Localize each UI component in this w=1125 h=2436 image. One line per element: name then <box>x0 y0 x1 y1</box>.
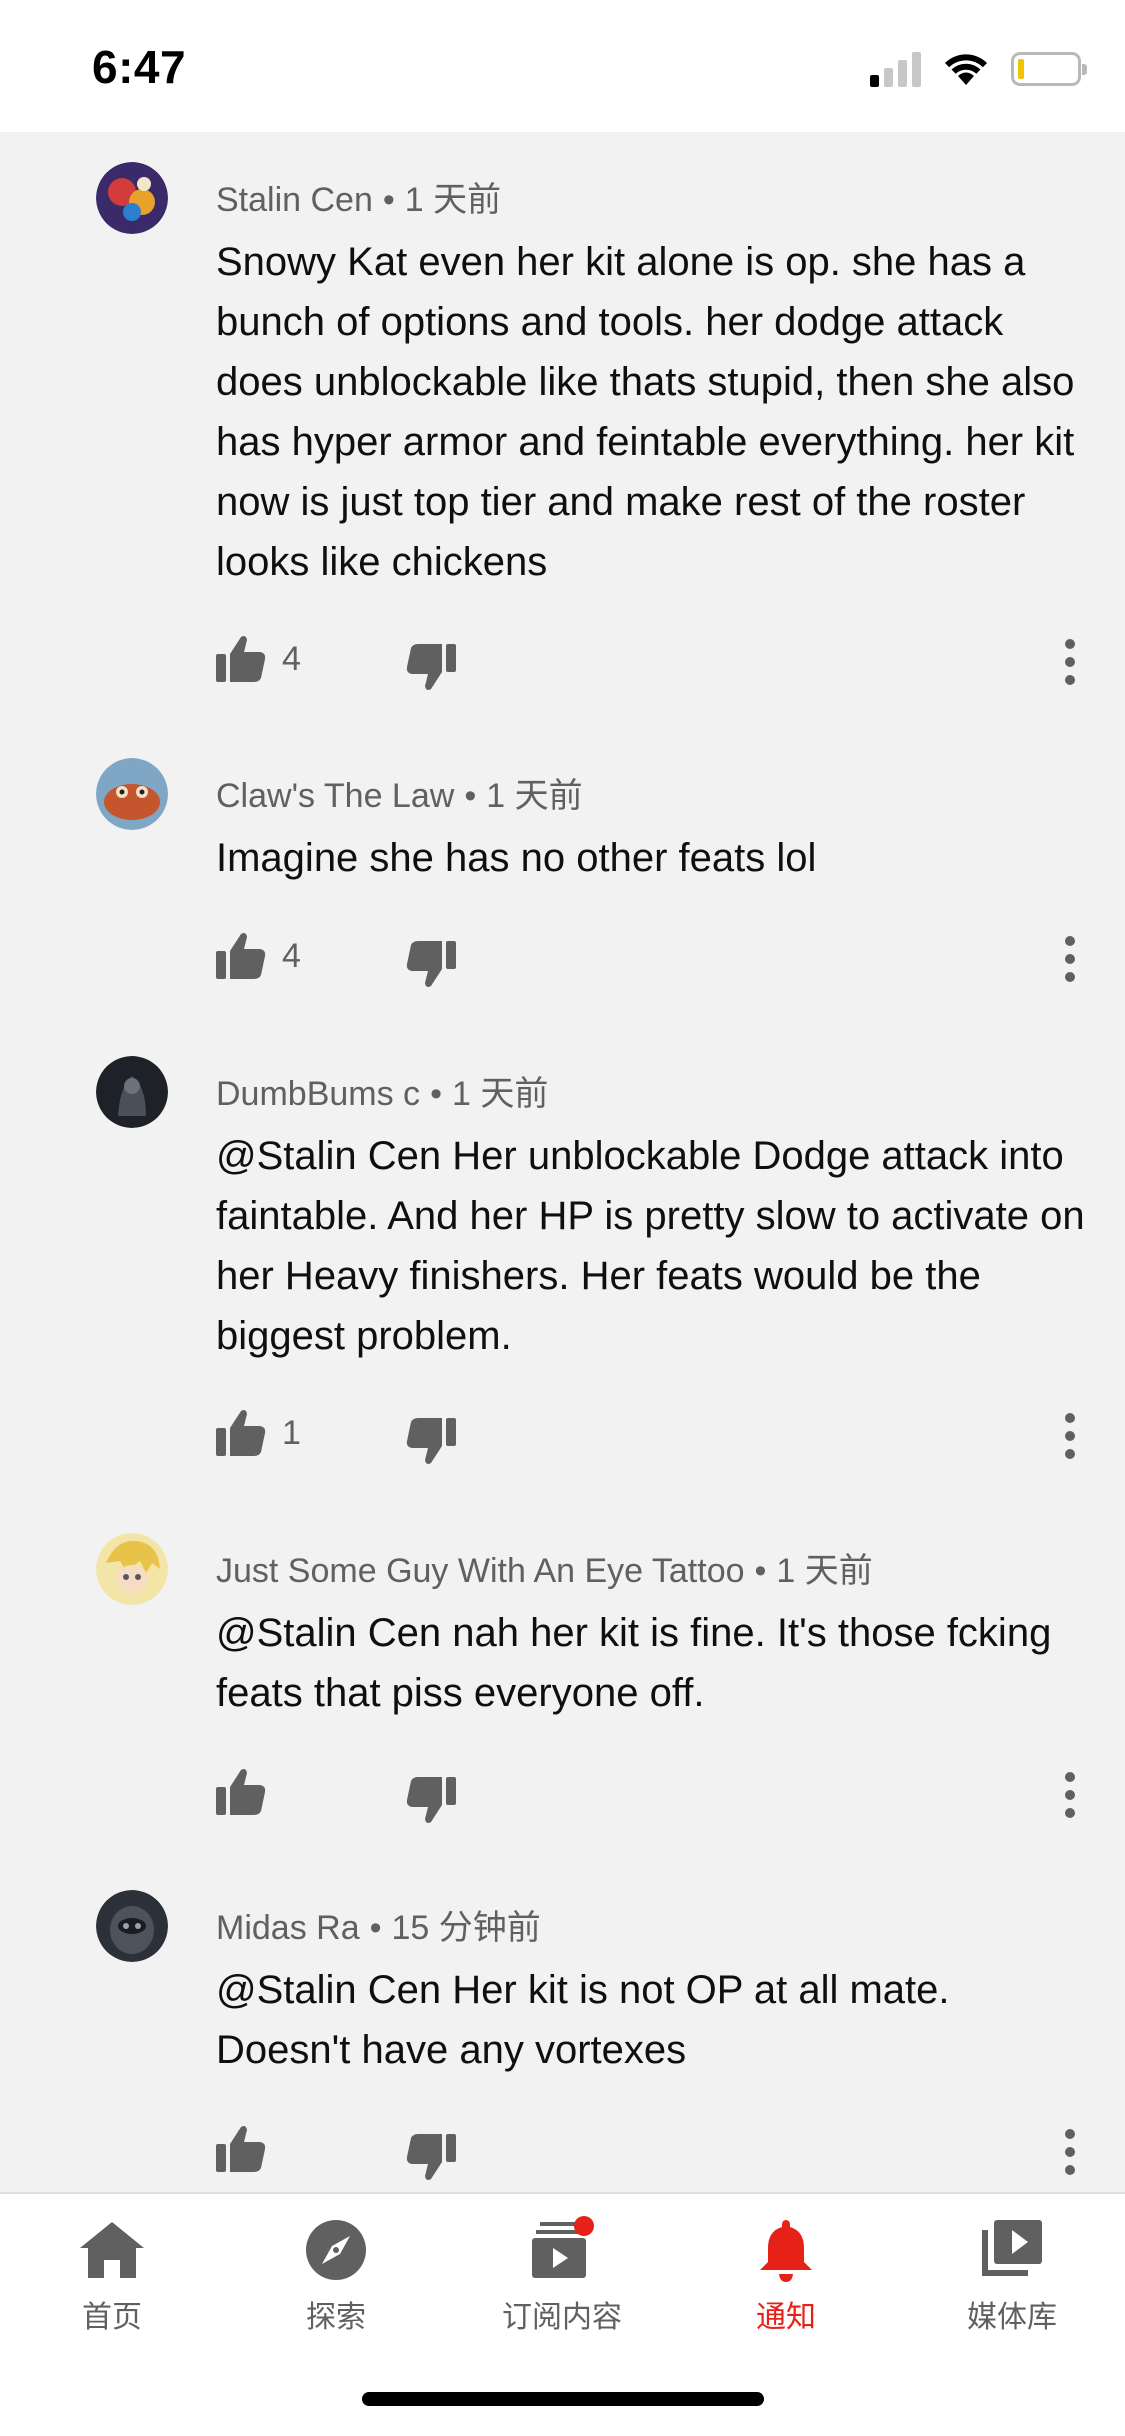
comment-meta: DumbBums c • 1 天前 <box>216 1066 548 1115</box>
avatar[interactable] <box>96 1533 168 1605</box>
home-indicator[interactable] <box>362 2392 764 2406</box>
comment-author[interactable]: Midas Ra <box>216 1909 360 1947</box>
thumbs-up-icon[interactable] <box>214 1765 268 1819</box>
avatar[interactable] <box>96 1890 168 1962</box>
nav-label: 首页 <box>82 2300 142 2335</box>
meta-separator: • <box>430 1075 442 1113</box>
comment-time: 1 天前 <box>776 1552 873 1590</box>
like-count: 4 <box>282 937 301 975</box>
subscriptions-icon <box>532 2216 594 2278</box>
battery-icon <box>1011 52 1087 86</box>
comment-actions: 1 <box>0 1406 1125 1466</box>
more-options-icon[interactable] <box>1052 1765 1088 1825</box>
thumbs-down-icon[interactable] <box>404 640 458 694</box>
comment-author[interactable]: Just Some Guy With An Eye Tattoo <box>216 1552 745 1590</box>
comment-time: 1 天前 <box>404 181 502 219</box>
thumbs-up-icon[interactable] <box>214 632 268 686</box>
comment-text: Snowy Kat even her kit alone is op. she … <box>216 240 1075 584</box>
cellular-signal-icon <box>870 51 921 87</box>
nav-item-library[interactable]: 媒体库 <box>922 2214 1102 2335</box>
bell-icon <box>760 2220 812 2282</box>
nav-item-home[interactable]: 首页 <box>22 2214 202 2335</box>
comment-meta: Stalin Cen • 1 天前 <box>216 172 501 221</box>
thumbs-down-icon[interactable] <box>404 2130 458 2184</box>
comment-actions <box>0 2122 1125 2182</box>
thumbs-up-icon[interactable] <box>214 1406 268 1460</box>
thumbs-up-icon[interactable] <box>214 2122 268 2176</box>
status-time: 6:47 <box>92 41 187 93</box>
library-icon <box>982 2220 1042 2276</box>
avatar[interactable] <box>96 1056 168 1128</box>
like-count: 4 <box>282 640 301 678</box>
explore-icon <box>306 2220 366 2280</box>
nav-item-notifications[interactable]: 通知 <box>696 2214 876 2335</box>
more-options-icon[interactable] <box>1052 2122 1088 2182</box>
comment-author[interactable]: Stalin Cen <box>216 181 373 219</box>
more-options-icon[interactable] <box>1052 929 1088 989</box>
meta-separator: • <box>754 1552 767 1590</box>
comment-meta: Claw's The Law • 1 天前 <box>216 768 583 817</box>
comment-actions: 4 <box>0 929 1125 989</box>
thumbs-down-icon[interactable] <box>404 1773 458 1827</box>
like-count: 1 <box>282 1414 301 1452</box>
meta-separator: • <box>382 181 395 219</box>
meta-separator: • <box>464 777 477 815</box>
comment-time: 1 天前 <box>486 777 583 815</box>
wifi-icon <box>945 54 987 85</box>
meta-separator: • <box>369 1909 382 1947</box>
comment-text: @Stalin Cen Her unblockable Dodge attack… <box>216 1134 1085 1358</box>
avatar[interactable] <box>96 162 168 234</box>
status-icons <box>870 48 1087 90</box>
more-options-icon[interactable] <box>1052 1406 1088 1466</box>
thumbs-up-icon[interactable] <box>214 929 268 983</box>
comment-time: 15 分钟前 <box>391 1909 541 1947</box>
nav-label: 探索 <box>306 2300 366 2335</box>
comment-text: @Stalin Cen Her kit is not OP at all mat… <box>216 1968 950 2072</box>
comment-author[interactable]: DumbBums c <box>216 1075 420 1113</box>
comment-meta: Just Some Guy With An Eye Tattoo • 1 天前 <box>216 1543 873 1592</box>
comment-actions: 4 <box>0 632 1125 692</box>
comment-actions <box>0 1765 1125 1825</box>
avatar[interactable] <box>96 758 168 830</box>
home-icon <box>80 2222 144 2278</box>
nav-label: 订阅内容 <box>502 2300 622 2335</box>
comment-text: Imagine she has no other feats lol <box>216 836 817 880</box>
status-bar: 6:47 <box>0 0 1125 132</box>
nav-item-subscriptions[interactable]: 订阅内容 <box>472 2214 652 2335</box>
comment-author[interactable]: Claw's The Law <box>216 777 454 815</box>
more-options-icon[interactable] <box>1052 632 1088 692</box>
comment-meta: Midas Ra • 15 分钟前 <box>216 1900 541 1949</box>
nav-item-explore[interactable]: 探索 <box>246 2214 426 2335</box>
thumbs-down-icon[interactable] <box>404 937 458 991</box>
comment-text: @Stalin Cen nah her kit is fine. It's th… <box>216 1611 1052 1715</box>
thumbs-down-icon[interactable] <box>404 1414 458 1468</box>
nav-label: 通知 <box>756 2300 816 2335</box>
nav-label: 媒体库 <box>967 2300 1057 2335</box>
comment-list[interactable]: Stalin Cen • 1 天前 Snowy Kat even her kit a… <box>0 132 1125 2192</box>
comment-time: 1 天前 <box>451 1075 549 1113</box>
